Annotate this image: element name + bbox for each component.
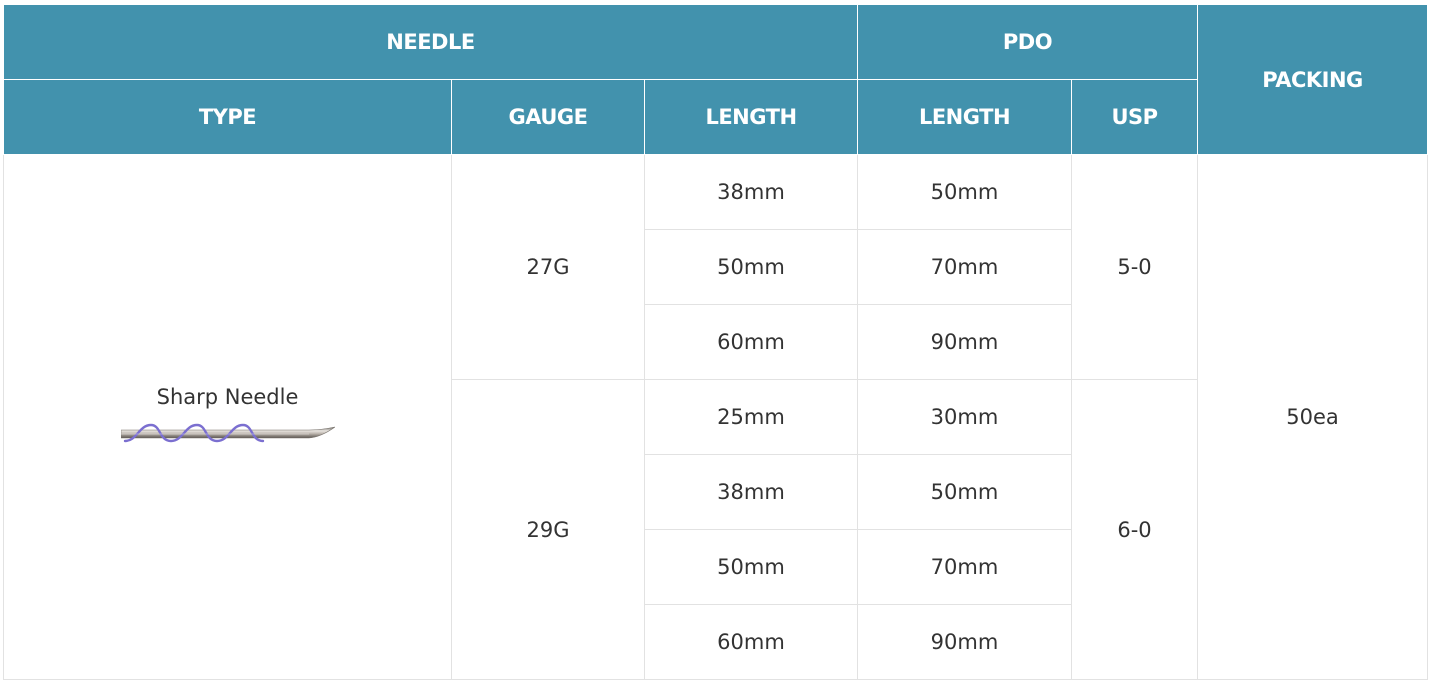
header-needle: NEEDLE [3,4,858,80]
usp-cell: 6-0 [1071,379,1198,680]
needle-image [120,423,335,443]
gauge-cell: 27G [451,154,645,380]
header-usp: USP [1071,79,1198,155]
needle-length-cell: 25mm [644,379,858,455]
pdo-length-cell: 90mm [857,304,1072,380]
header-pdo-length: LENGTH [857,79,1072,155]
pdo-length-cell: 70mm [857,529,1072,605]
needle-length-cell: 60mm [644,304,858,380]
header-type: TYPE [3,79,452,155]
table-row: Sharp Needle 27G 38mm 50mm 5-0 50ea [3,154,1428,680]
pdo-length-cell: 50mm [857,154,1072,230]
usp-cell: 5-0 [1071,154,1198,380]
header-pdo: PDO [857,4,1198,80]
type-cell: Sharp Needle [3,154,452,680]
header-gauge: GAUGE [451,79,645,155]
needle-length-cell: 60mm [644,604,858,680]
pdo-length-cell: 90mm [857,604,1072,680]
needle-length-cell: 38mm [644,154,858,230]
needle-length-cell: 38mm [644,454,858,530]
packing-cell: 50ea [1197,154,1428,680]
spec-table: NEEDLE PDO PACKING TYPE GAUGE LENGTH LEN… [3,4,1428,680]
gauge-cell: 29G [451,379,645,680]
header-packing: PACKING [1197,4,1428,155]
header-needle-length: LENGTH [644,79,858,155]
pdo-length-cell: 50mm [857,454,1072,530]
needle-length-cell: 50mm [644,529,858,605]
spec-table-container: NEEDLE PDO PACKING TYPE GAUGE LENGTH LEN… [3,4,1428,680]
pdo-length-cell: 30mm [857,379,1072,455]
type-label: Sharp Needle [156,385,299,409]
pdo-length-cell: 70mm [857,229,1072,305]
needle-length-cell: 50mm [644,229,858,305]
